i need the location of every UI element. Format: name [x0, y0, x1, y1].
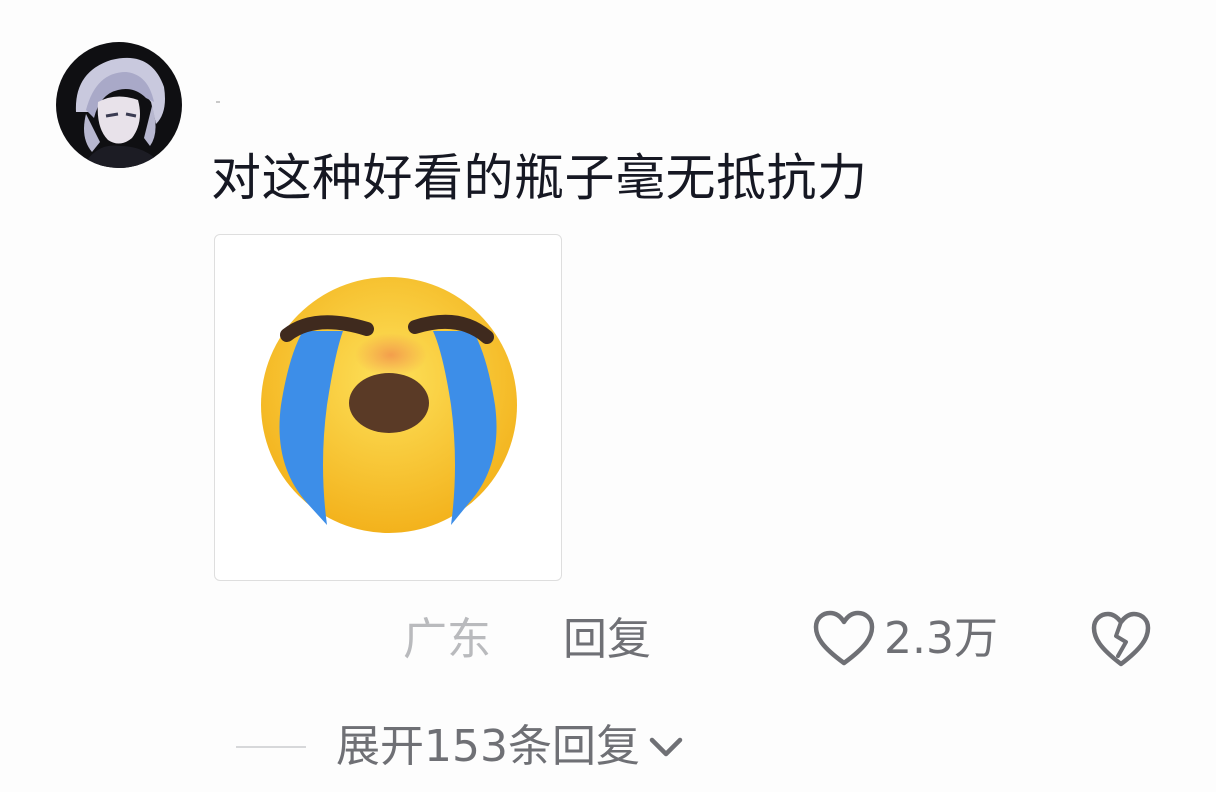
avatar[interactable] [56, 42, 182, 168]
dislike-button[interactable] [1088, 606, 1154, 672]
sticker-image[interactable] [214, 234, 562, 581]
chevron-down-icon [649, 737, 683, 757]
comment-location: 广东 [403, 614, 491, 665]
broken-heart-icon [1091, 611, 1151, 667]
expand-replies-button[interactable]: 展开153条回复 [236, 715, 686, 779]
loudly-crying-face-icon [261, 277, 517, 533]
reply-button[interactable]: 回复 [563, 610, 651, 670]
comment-card: 对这种好看的瓶子毫无抵抗力 广东 回复 2.3万 展开153条回复 [0, 0, 1216, 792]
divider-dot [216, 101, 220, 103]
comment-text: 对这种好看的瓶子毫无抵抗力 [211, 149, 868, 207]
anime-avatar-icon [56, 42, 182, 168]
expand-replies-label: 展开153条回复 [336, 721, 640, 772]
heart-outline-icon [813, 610, 875, 666]
like-count: 2.3万 [884, 613, 998, 664]
divider-line [236, 746, 306, 748]
like-button[interactable]: 2.3万 [812, 606, 998, 672]
